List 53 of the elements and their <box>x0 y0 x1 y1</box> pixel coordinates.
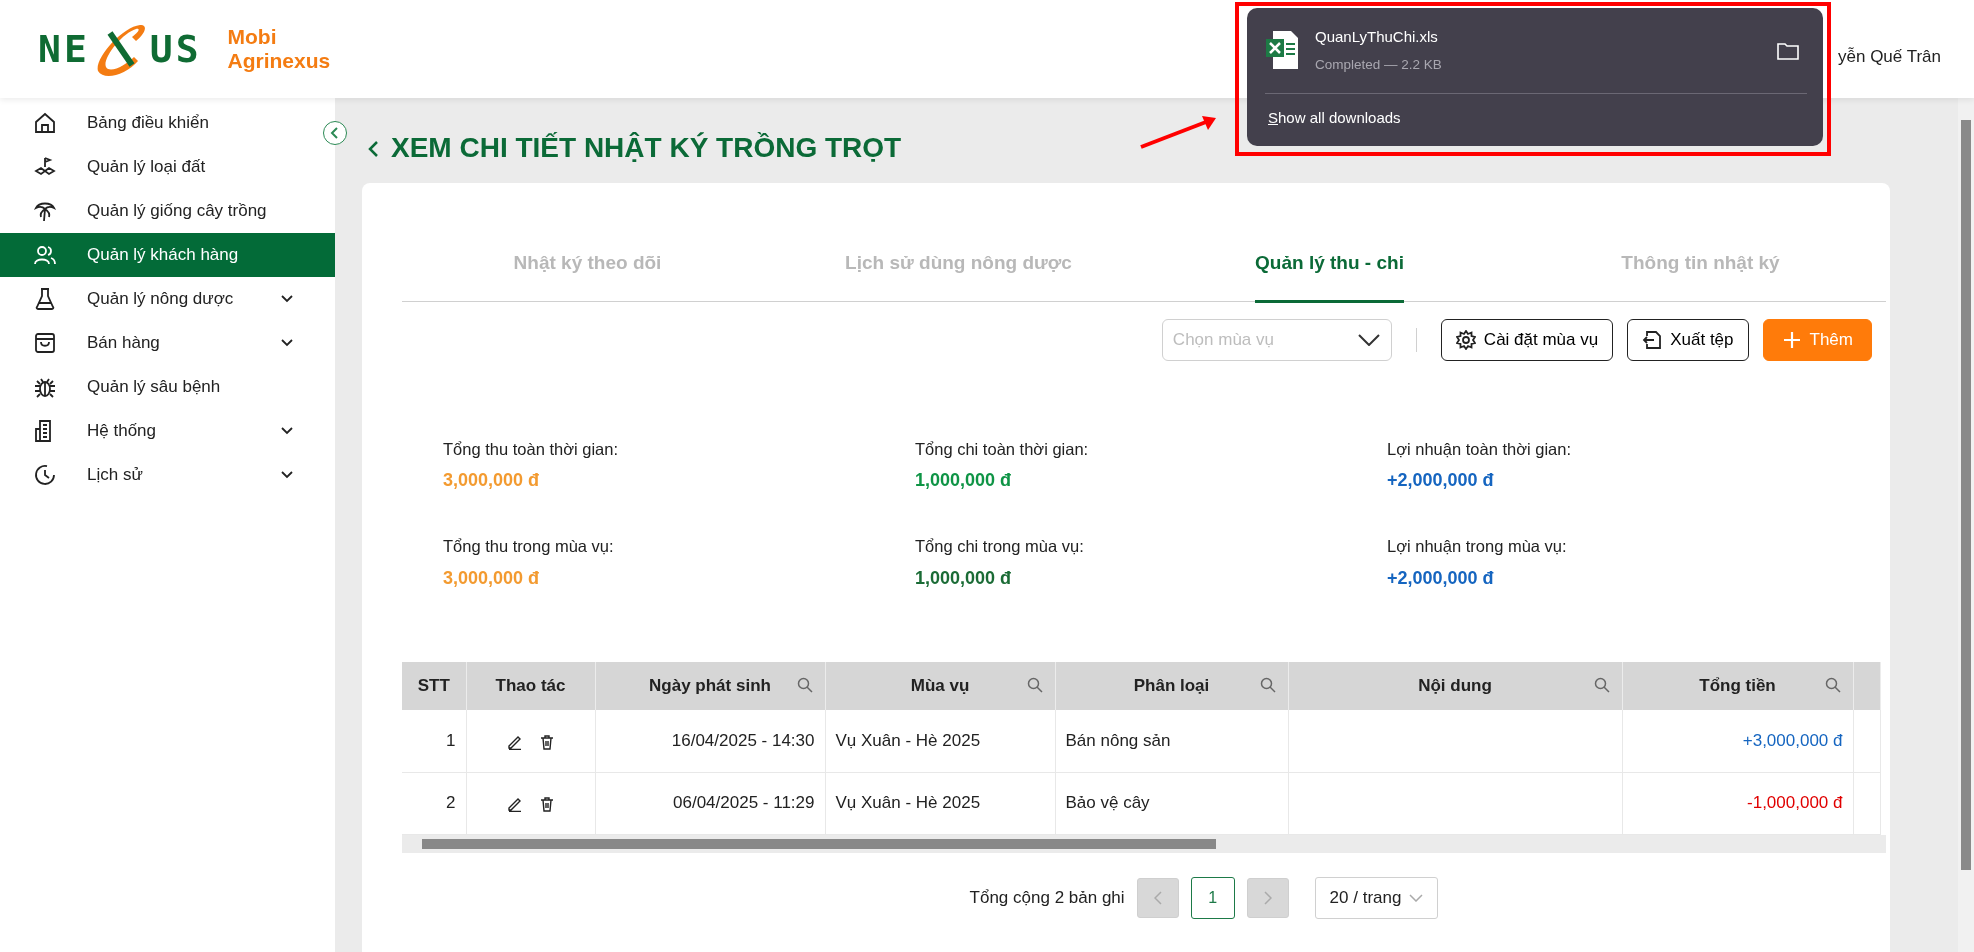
summary-value: 3,000,000 đ <box>443 469 541 493</box>
table-cell: Bán nông sản <box>1065 731 1171 750</box>
download-status: Completed — 2.2 KB <box>1315 55 1443 74</box>
summary-label: Lợi nhuận toàn thời gian: <box>1387 438 1573 460</box>
sidebar-item[interactable]: Bán hàng <box>0 321 319 365</box>
summary-label: Tổng thu toàn thời gian: <box>443 438 620 460</box>
summary-label: Lợi nhuận trong mùa vụ: <box>1387 536 1568 558</box>
summary-value: 3,000,000 đ <box>443 567 541 590</box>
table-cell: 1 <box>446 731 456 750</box>
tab[interactable]: Quản lý thu - chi <box>1255 229 1404 303</box>
sidebar-item[interactable]: Quản lý sâu bệnh <box>0 365 319 409</box>
brand-name: Mobi Agrinexus <box>227 25 331 73</box>
sidebar-item[interactable]: Quản lý nông dược <box>0 277 319 321</box>
settings-button[interactable]: Cài đặt mùa vụ <box>1440 318 1614 361</box>
sidebar-item[interactable]: Bảng điều khiển <box>0 101 319 145</box>
table-cell: Vụ Xuân - Hè 2025 <box>835 731 981 750</box>
sidebar-item[interactable]: Hệ thống <box>0 409 319 453</box>
summary-value: +2,000,000 đ <box>1387 469 1495 493</box>
summary-value: 1,000,000 đ <box>915 469 1013 493</box>
sidebar-item[interactable]: Quản lý khách hàng <box>0 233 335 277</box>
summary-label: Tổng chi trong mùa vụ: <box>915 536 1085 558</box>
summary-label: Tổng chi toàn thời gian: <box>915 438 1090 460</box>
table-cell: Bảo vệ cây <box>1065 793 1150 813</box>
season-select[interactable]: Chọn mùa vụ <box>1161 318 1392 361</box>
table-cell: 16/04/2025 - 14:30 <box>671 731 815 750</box>
column-header: Phân loại <box>1055 662 1288 710</box>
column-header: Mùa vụ <box>825 662 1055 710</box>
table-cell: 2 <box>446 793 456 813</box>
sidebar-item[interactable]: Quản lý giống cây trồng <box>0 189 319 233</box>
summary-value: +2,000,000 đ <box>1387 567 1495 590</box>
sidebar-item[interactable]: Quản lý loại đất <box>0 145 319 189</box>
summary-label: Tổng thu trong mùa vụ: <box>443 536 615 558</box>
show-all-downloads-link[interactable]: Show all downloads <box>1265 106 1401 130</box>
page-size-select[interactable]: 20 / trang <box>1314 876 1439 919</box>
logo-text: NE <box>38 25 90 73</box>
file-name[interactable]: QuanLyThuChi.xls <box>1315 26 1777 49</box>
logo-text: US <box>149 25 202 73</box>
column-header: STT <box>402 662 466 710</box>
page-button[interactable]: 1 <box>1190 876 1235 919</box>
table-cell: 06/04/2025 - 11:29 <box>673 793 815 813</box>
table-cell: Vụ Xuân - Hè 2025 <box>835 793 981 813</box>
page-title: XEM CHI TIẾT NHẬT KÝ TRỒNG TRỌT <box>391 131 902 165</box>
export-button[interactable]: Xuất tệp <box>1627 318 1749 361</box>
sidebar-item[interactable]: Lịch sử <box>0 453 319 497</box>
column-header: Nội dung <box>1288 662 1622 710</box>
summary-value: 1,000,000 đ <box>915 567 1013 590</box>
table-cell: +3,000,000 đ <box>1742 731 1843 750</box>
record-total: Tổng cộng 2 bản ghi <box>969 886 1125 909</box>
column-header: Tổng tiền <box>1622 662 1853 710</box>
column-header: Ngày phát sinh <box>595 662 825 710</box>
user-name[interactable]: yễn Quế Trân <box>1838 44 1941 70</box>
column-header: Thao tác <box>466 662 595 710</box>
table-cell: -1,000,000 đ <box>1747 793 1843 813</box>
